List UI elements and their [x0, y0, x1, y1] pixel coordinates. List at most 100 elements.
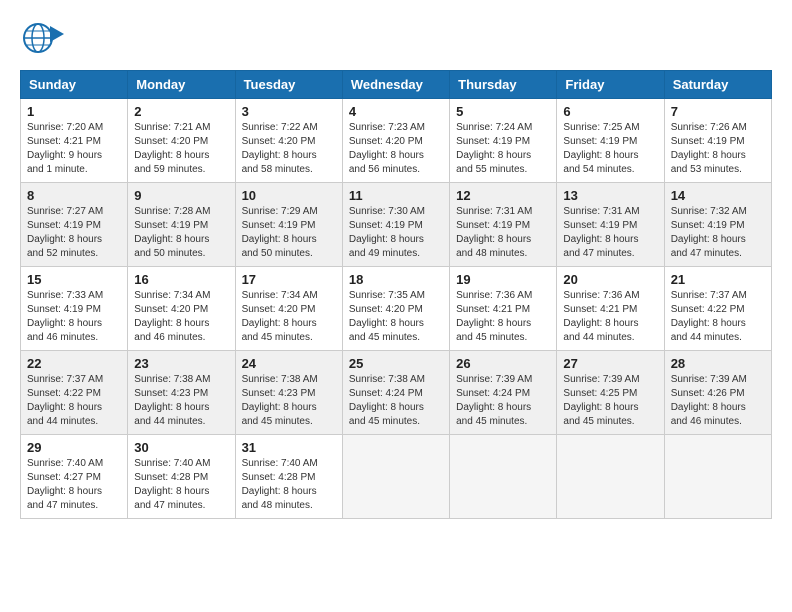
day-info: Sunrise: 7:29 AMSunset: 4:19 PMDaylight:…: [242, 205, 336, 261]
day-info: Sunrise: 7:33 AMSunset: 4:19 PMDaylight:…: [27, 289, 121, 345]
sunrise: Sunrise: 7:20 AM: [27, 122, 103, 133]
day-info: Sunrise: 7:36 AMSunset: 4:21 PMDaylight:…: [456, 289, 550, 345]
day-cell-25: 25Sunrise: 7:38 AMSunset: 4:24 PMDayligh…: [342, 351, 449, 435]
day-cell-6: 6Sunrise: 7:25 AMSunset: 4:19 PMDaylight…: [557, 99, 664, 183]
daylight: Daylight: 8 hours and 45 minutes.: [242, 402, 317, 427]
day-number: 30: [134, 440, 228, 455]
day-cell-2: 2Sunrise: 7:21 AMSunset: 4:20 PMDaylight…: [128, 99, 235, 183]
day-number: 7: [671, 104, 765, 119]
sunrise: Sunrise: 7:31 AM: [563, 206, 639, 217]
sunrise: Sunrise: 7:28 AM: [134, 206, 210, 217]
day-number: 18: [349, 272, 443, 287]
day-info: Sunrise: 7:36 AMSunset: 4:21 PMDaylight:…: [563, 289, 657, 345]
weekday-header-wednesday: Wednesday: [342, 71, 449, 99]
day-info: Sunrise: 7:37 AMSunset: 4:22 PMDaylight:…: [671, 289, 765, 345]
day-info: Sunrise: 7:34 AMSunset: 4:20 PMDaylight:…: [242, 289, 336, 345]
sunrise: Sunrise: 7:32 AM: [671, 206, 747, 217]
day-cell-28: 28Sunrise: 7:39 AMSunset: 4:26 PMDayligh…: [664, 351, 771, 435]
daylight: Daylight: 8 hours and 48 minutes.: [242, 486, 317, 511]
sunset: Sunset: 4:20 PM: [134, 304, 208, 315]
day-cell-22: 22Sunrise: 7:37 AMSunset: 4:22 PMDayligh…: [21, 351, 128, 435]
day-number: 24: [242, 356, 336, 371]
day-number: 25: [349, 356, 443, 371]
weekday-header-saturday: Saturday: [664, 71, 771, 99]
daylight: Daylight: 8 hours and 46 minutes.: [134, 318, 209, 343]
sunrise: Sunrise: 7:21 AM: [134, 122, 210, 133]
daylight: Daylight: 8 hours and 48 minutes.: [456, 234, 531, 259]
daylight: Daylight: 8 hours and 46 minutes.: [27, 318, 102, 343]
day-cell-18: 18Sunrise: 7:35 AMSunset: 4:20 PMDayligh…: [342, 267, 449, 351]
day-number: 10: [242, 188, 336, 203]
daylight: Daylight: 8 hours and 55 minutes.: [456, 150, 531, 175]
day-info: Sunrise: 7:39 AMSunset: 4:26 PMDaylight:…: [671, 373, 765, 429]
day-cell-19: 19Sunrise: 7:36 AMSunset: 4:21 PMDayligh…: [450, 267, 557, 351]
day-cell-1: 1Sunrise: 7:20 AMSunset: 4:21 PMDaylight…: [21, 99, 128, 183]
day-number: 2: [134, 104, 228, 119]
sunrise: Sunrise: 7:24 AM: [456, 122, 532, 133]
sunrise: Sunrise: 7:34 AM: [134, 290, 210, 301]
day-cell-10: 10 Sunrise: 7:29 AMSunset: 4:19 PMDayligh…: [235, 183, 342, 267]
sunrise: Sunrise: 7:23 AM: [349, 122, 425, 133]
day-number: 4: [349, 104, 443, 119]
sunset: Sunset: 4:19 PM: [456, 136, 530, 147]
sunrise: Sunrise: 7:38 AM: [349, 374, 425, 385]
day-cell-20: 20Sunrise: 7:36 AMSunset: 4:21 PMDayligh…: [557, 267, 664, 351]
day-info: Sunrise: 7:40 AM Sunset: 4:28 PM Daylight:…: [242, 457, 336, 513]
empty-cell: [450, 435, 557, 519]
sunset: Sunset: 4:19 PM: [27, 220, 101, 231]
day-number: 3: [242, 104, 336, 119]
day-info: Sunrise: 7:35 AMSunset: 4:20 PMDaylight:…: [349, 289, 443, 345]
sunrise: Sunrise: 7:36 AM: [456, 290, 532, 301]
sunset: Sunset: 4:28 PM: [134, 472, 208, 483]
logo: [20, 16, 70, 60]
daylight: Daylight: 8 hours and 49 minutes.: [349, 234, 424, 259]
day-number: 9: [134, 188, 228, 203]
day-number: 1: [27, 104, 121, 119]
daylight: Daylight: 8 hours and 47 minutes.: [134, 486, 209, 511]
daylight: Daylight: 8 hours and 54 minutes.: [563, 150, 638, 175]
day-info: Sunrise: 7:32 AMSunset: 4:19 PMDaylight:…: [671, 205, 765, 261]
sunrise: Sunrise: 7:39 AM: [456, 374, 532, 385]
weekday-header-thursday: Thursday: [450, 71, 557, 99]
sunset: Sunset: 4:23 PM: [134, 388, 208, 399]
daylight: Daylight: 8 hours and 58 minutes.: [242, 150, 317, 175]
day-number: 21: [671, 272, 765, 287]
page: SundayMondayTuesdayWednesdayThursdayFrid…: [0, 0, 792, 535]
day-info: Sunrise: 7:27 AMSunset: 4:19 PMDaylight:…: [27, 205, 121, 261]
day-number: 29: [27, 440, 121, 455]
sunset: Sunset: 4:19 PM: [563, 220, 637, 231]
sunrise: Sunrise: 7:40 AM: [242, 458, 318, 469]
day-number: 5: [456, 104, 550, 119]
day-number: 26: [456, 356, 550, 371]
sunset: Sunset: 4:21 PM: [456, 304, 530, 315]
sunrise: Sunrise: 7:39 AM: [671, 374, 747, 385]
day-info: Sunrise: 7:23 AMSunset: 4:20 PMDaylight:…: [349, 121, 443, 177]
sunset: Sunset: 4:19 PM: [456, 220, 530, 231]
day-cell-7: 7Sunrise: 7:26 AMSunset: 4:19 PMDaylight…: [664, 99, 771, 183]
day-info: Sunrise: 7:38 AMSunset: 4:23 PMDaylight:…: [134, 373, 228, 429]
day-info: Sunrise: 7:24 AM Sunset: 4:19 PM Daylight:…: [456, 121, 550, 177]
sunset: Sunset: 4:28 PM: [242, 472, 316, 483]
day-number: 22: [27, 356, 121, 371]
day-number: 6: [563, 104, 657, 119]
sunset: Sunset: 4:19 PM: [349, 220, 423, 231]
sunrise: Sunrise: 7:38 AM: [134, 374, 210, 385]
day-cell-14: 14Sunrise: 7:32 AMSunset: 4:19 PMDayligh…: [664, 183, 771, 267]
day-number: 15: [27, 272, 121, 287]
daylight: Daylight: 8 hours and 45 minutes.: [563, 402, 638, 427]
weekday-header-tuesday: Tuesday: [235, 71, 342, 99]
sunset: Sunset: 4:20 PM: [134, 136, 208, 147]
sunset: Sunset: 4:19 PM: [563, 136, 637, 147]
day-cell-17: 17Sunrise: 7:34 AMSunset: 4:20 PMDayligh…: [235, 267, 342, 351]
sunrise: Sunrise: 7:34 AM: [242, 290, 318, 301]
header: [20, 16, 772, 60]
sunrise: Sunrise: 7:35 AM: [349, 290, 425, 301]
day-cell-27: 27Sunrise: 7:39 AMSunset: 4:25 PMDayligh…: [557, 351, 664, 435]
empty-cell: [557, 435, 664, 519]
daylight: Daylight: 8 hours and 50 minutes.: [134, 234, 209, 259]
week-row-4: 22Sunrise: 7:37 AMSunset: 4:22 PMDayligh…: [21, 351, 772, 435]
sunrise: Sunrise: 7:40 AM: [27, 458, 103, 469]
daylight: Daylight: 8 hours and 47 minutes.: [27, 486, 102, 511]
sunset: Sunset: 4:20 PM: [349, 304, 423, 315]
sunrise: Sunrise: 7:27 AM: [27, 206, 103, 217]
